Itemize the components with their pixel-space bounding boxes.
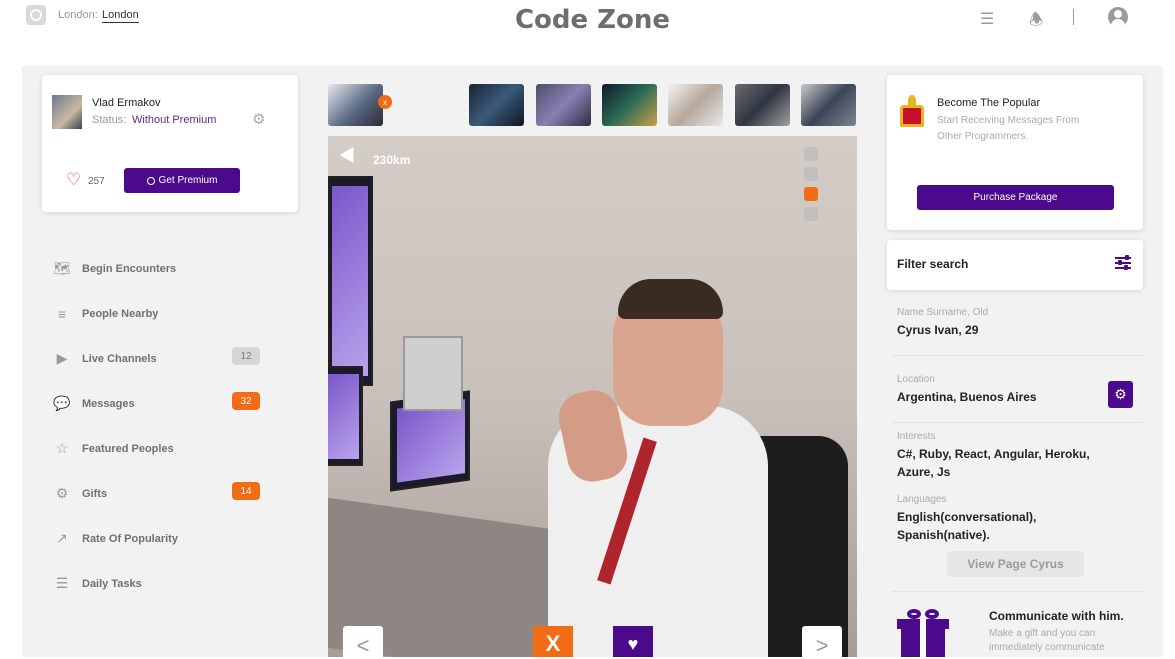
sidebar-item-label: People Nearby (82, 307, 159, 320)
heart-icon: ♥ (627, 633, 639, 654)
distance-label: 230km (373, 153, 411, 167)
video-icon: ▶ (56, 350, 68, 366)
monitor (403, 336, 463, 411)
location-label: Location (897, 374, 935, 385)
count-badge: 14 (232, 482, 260, 500)
thumbnail[interactable] (735, 84, 790, 126)
name-label: Name Surname, Old (897, 307, 989, 318)
pager-dot-active[interactable] (804, 187, 818, 201)
sidebar-item-label: Daily Tasks (82, 577, 142, 590)
remove-thumbnail-button[interactable]: x (378, 95, 392, 109)
location-section: Location Argentina, Buenos Aires (897, 374, 1037, 406)
get-premium-button[interactable]: Get Premium (124, 168, 240, 193)
count-badge: 12 (232, 347, 260, 365)
filter-card[interactable]: Filter search (887, 240, 1143, 290)
monitor (328, 176, 373, 386)
sidebar-item-people-nearby[interactable]: ≡ People Nearby (52, 291, 262, 336)
main-stage: Vlad Ermakov Status: Without Premium ⚙ ♡… (22, 66, 1163, 657)
location-value: Argentina, Buenos Aires (897, 390, 1037, 404)
thumbnail-strip (328, 84, 858, 126)
sidebar-item-messages[interactable]: 💬 Messages 32 (52, 381, 262, 426)
divider (892, 422, 1143, 423)
clock-icon (146, 176, 155, 185)
get-premium-label: Get Premium (158, 175, 218, 186)
pager-dot[interactable] (804, 167, 818, 181)
chart-icon: ↗ (56, 530, 68, 546)
interests-section: Interests C#, Ruby, React, Angular, Hero… (897, 431, 1107, 481)
bell-icon[interactable]: 🕭 (1029, 9, 1043, 36)
sidebar-item-featured-peoples[interactable]: ☆ Featured Peoples (52, 426, 262, 471)
gift-icon[interactable] (897, 609, 949, 659)
promo-title: Become The Popular (937, 97, 1041, 109)
sidebar-item-label: Live Channels (82, 352, 157, 365)
promo-card: Become The Popular Start Receiving Messa… (887, 75, 1143, 230)
star-icon: ☆ (55, 440, 69, 456)
photo-pager (804, 147, 818, 227)
settings-gear-icon[interactable]: ⚙ (252, 110, 265, 128)
sidebar-item-live-channels[interactable]: ▶ Live Channels 12 (52, 336, 262, 381)
divider (892, 355, 1143, 356)
gear-icon: ⚙ (55, 485, 69, 501)
avatar[interactable] (52, 95, 82, 129)
stack-icon: ≡ (57, 305, 67, 322)
thumbnail[interactable] (328, 84, 383, 126)
sidebar-item-daily-tasks[interactable]: ☰ Daily Tasks (52, 561, 262, 606)
interests-label: Interests (897, 431, 936, 442)
communicate-title: Communicate with him. (989, 609, 1124, 623)
status-value[interactable]: Without Premium (132, 114, 216, 126)
divider (892, 591, 1143, 592)
like-button[interactable]: ♥ (613, 626, 653, 657)
sidebar-item-label: Messages (82, 397, 135, 410)
sidebar-item-label: Featured Peoples (82, 442, 174, 455)
person-hair (618, 279, 723, 319)
sidebar-item-label: Begin Encounters (82, 262, 177, 275)
chat-icon: 💬 (53, 395, 71, 411)
languages-value: English(conversational), Spanish(native)… (897, 510, 1037, 542)
list-icon[interactable]: ☰ (980, 9, 994, 29)
thumbnail[interactable] (801, 84, 856, 126)
thumbnail[interactable] (469, 84, 524, 126)
divider (1073, 9, 1074, 25)
languages-section: Languages English(conversational), Spani… (897, 494, 1097, 544)
sidebar-item-begin-encounters[interactable]: 🗺 Begin Encounters (52, 246, 262, 291)
sidebar-item-rate-of-popularity[interactable]: ↗ Rate Of Popularity (52, 516, 262, 561)
pager-dot[interactable] (804, 147, 818, 161)
monitor (328, 366, 363, 466)
thumbnail[interactable] (602, 84, 657, 126)
thumbnail[interactable] (668, 84, 723, 126)
profile-card: Vlad Ermakov Status: Without Premium ⚙ ♡… (42, 75, 298, 212)
view-page-button[interactable]: View Page Cyrus (947, 551, 1084, 577)
sidebar-menu: 🗺 Begin Encounters ≡ People Nearby ▶ Liv… (52, 246, 262, 606)
thumbnail[interactable] (536, 84, 591, 126)
status-label: Status: (92, 114, 127, 126)
purchase-package-button[interactable]: Purchase Package (917, 185, 1114, 210)
dislike-button[interactable]: X (533, 626, 573, 657)
next-button[interactable]: > (802, 626, 842, 657)
list-icon: ☰ (55, 575, 69, 591)
interests-value: C#, Ruby, React, Angular, Heroku, Azure,… (897, 447, 1090, 479)
top-bar: London: London Code Zone ☰ 🕭 (0, 0, 1175, 66)
filter-title: Filter search (897, 257, 969, 271)
profile-name: Vlad Ermakov (92, 97, 161, 109)
settings-gear-icon[interactable]: ⚙ (1108, 381, 1133, 408)
promo-subtitle: Start Receiving Messages From Other Prog… (937, 115, 1080, 142)
brand-title: Code Zone (514, 5, 671, 35)
languages-label: Languages (897, 494, 947, 505)
sidebar-item-gifts[interactable]: ⚙ Gifts 14 (52, 471, 262, 516)
name-section: Name Surname, Old Cyrus Ivan, 29 (897, 307, 988, 339)
name-value: Cyrus Ivan, 29 (897, 323, 979, 337)
crown-icon (899, 95, 925, 129)
communicate-subtitle: Make a gift and you can immediately comm… (989, 628, 1105, 653)
profile-photo[interactable]: 230km < X ♥ > (328, 136, 857, 657)
pager-dot[interactable] (804, 207, 818, 221)
user-icon[interactable] (1108, 7, 1128, 27)
likes-count: 257 (88, 176, 105, 187)
sidebar-item-label: Rate Of Popularity (82, 532, 178, 545)
previous-button[interactable]: < (343, 626, 383, 657)
sidebar-item-label: Gifts (82, 487, 108, 500)
heart-icon[interactable]: ♡ (66, 170, 81, 190)
count-badge: 32 (232, 392, 260, 410)
sliders-icon[interactable] (1115, 255, 1133, 271)
map-icon: 🗺 (53, 260, 71, 276)
